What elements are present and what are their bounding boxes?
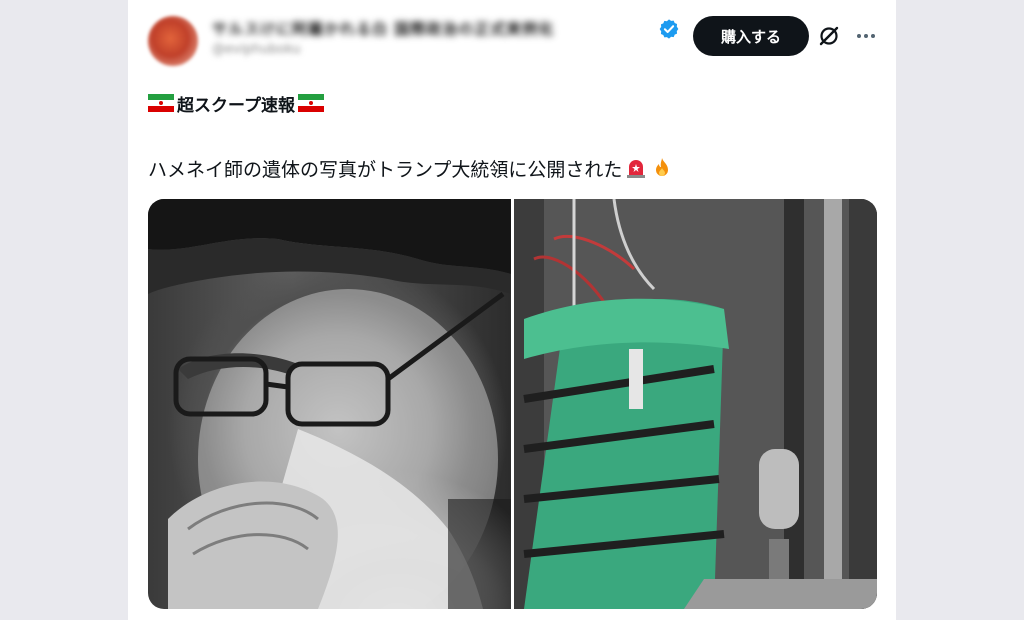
media-grid[interactable] <box>148 199 877 609</box>
author-name[interactable]: サルスけに阿羅かれる白 国際政治の正式実例化 <box>212 18 642 36</box>
equipment-photo <box>514 199 877 609</box>
post-image-left[interactable] <box>148 199 511 609</box>
headline-text: 超スクープ速報 <box>177 95 295 116</box>
post-card: サルスけに阿羅かれる白 国際政治の正式実例化 @eviphuboku 購入する … <box>128 0 896 620</box>
grok-icon[interactable] <box>817 24 841 48</box>
verified-badge-icon <box>659 19 679 39</box>
post-headline: 超スクープ速報 <box>148 90 324 116</box>
iran-flag-icon <box>148 94 174 112</box>
rotating-light-emoji <box>627 160 646 178</box>
post-body-text: ハメネイ師の遺体の写真がトランプ大統領に公開された <box>148 158 623 181</box>
author-handle[interactable]: @eviphuboku <box>212 42 362 58</box>
iran-flag-icon <box>297 94 324 112</box>
fire-emoji <box>656 158 669 176</box>
more-options-icon[interactable] <box>854 24 878 48</box>
post-image-right[interactable] <box>514 199 877 609</box>
post-body: ハメネイ師の遺体の写真がトランプ大統領に公開された <box>148 154 674 182</box>
subscribe-button[interactable]: 購入する <box>693 16 809 56</box>
avatar[interactable] <box>148 16 198 66</box>
portrait-photo <box>148 199 511 609</box>
